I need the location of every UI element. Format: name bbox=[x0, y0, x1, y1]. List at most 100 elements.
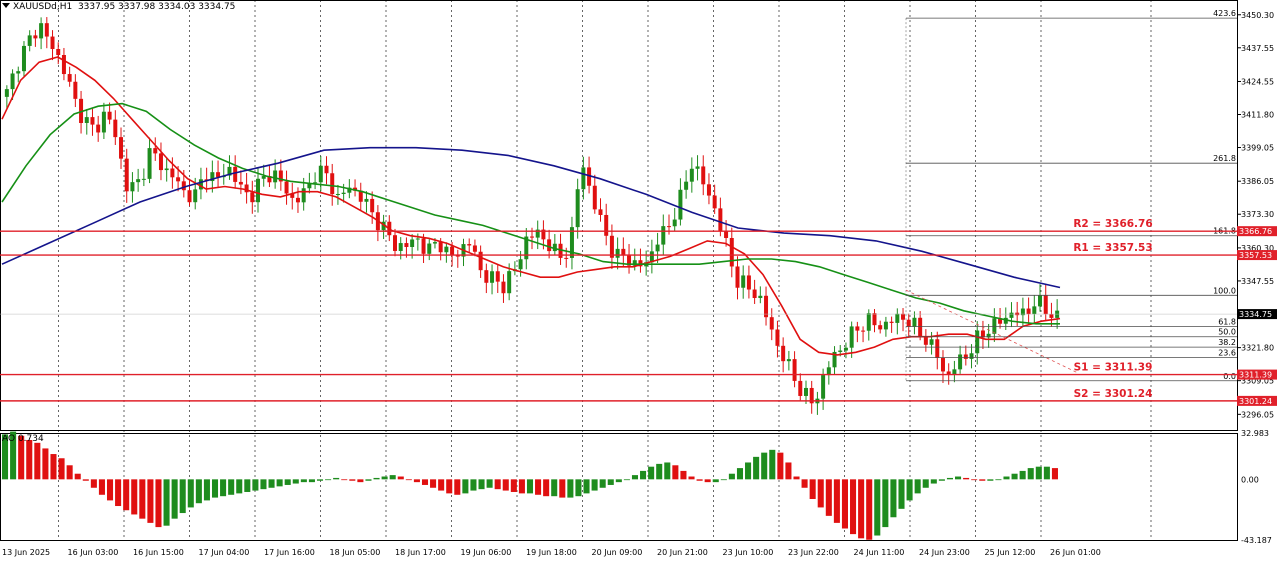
x-tick-label: 24 Jun 11:00 bbox=[854, 548, 905, 557]
candle-body bbox=[136, 179, 141, 183]
ao-bar bbox=[890, 479, 897, 518]
candle-body bbox=[33, 35, 38, 39]
sr-level-label: R1 = 3357.53 bbox=[1073, 242, 1152, 254]
y-tick-label: 3424.55 bbox=[1241, 77, 1274, 86]
candle-body bbox=[39, 23, 44, 39]
candle-body bbox=[1032, 306, 1037, 315]
candle-body bbox=[256, 178, 261, 203]
candle-body bbox=[107, 111, 112, 120]
ao-bar bbox=[341, 479, 348, 481]
fib-level-label: 50.0 bbox=[1218, 328, 1236, 337]
ao-bar bbox=[1043, 466, 1050, 480]
ao-bar bbox=[518, 479, 525, 494]
candle-body bbox=[735, 266, 740, 288]
ao-bar bbox=[260, 479, 267, 490]
sr-price-tag-text: 3357.53 bbox=[1239, 251, 1272, 260]
sr-level-label: S2 = 3301.24 bbox=[1074, 388, 1153, 400]
ao-bar bbox=[510, 479, 517, 492]
ao-bar bbox=[777, 452, 784, 480]
candle-body bbox=[238, 181, 243, 185]
ao-bar bbox=[349, 479, 356, 481]
ao-bar bbox=[195, 479, 202, 504]
ao-bar bbox=[106, 479, 114, 501]
candle-body bbox=[398, 243, 403, 251]
ao-bar bbox=[462, 479, 469, 494]
y-tick-label: 3347.55 bbox=[1241, 277, 1274, 286]
ao-bar bbox=[833, 479, 840, 523]
ao-bar bbox=[825, 479, 832, 516]
candle-body bbox=[866, 313, 871, 331]
candle-body bbox=[495, 271, 500, 282]
ao-bar bbox=[648, 466, 655, 480]
ao-bar bbox=[438, 479, 445, 491]
x-tick-label: 24 Jun 23:00 bbox=[919, 548, 970, 557]
candle-body bbox=[615, 248, 620, 258]
ao-bar bbox=[946, 477, 953, 480]
ao-bar bbox=[656, 463, 663, 480]
ao-bar bbox=[276, 479, 283, 487]
candle-body bbox=[695, 166, 700, 169]
candle-body bbox=[153, 148, 158, 154]
candle-body bbox=[775, 329, 780, 346]
ao-bar bbox=[987, 479, 994, 481]
candle-body bbox=[729, 237, 734, 267]
x-tick-label: 19 Jun 18:00 bbox=[526, 548, 577, 557]
ao-bar bbox=[1051, 468, 1058, 480]
x-tick-label: 16 Jun 03:00 bbox=[68, 548, 119, 557]
dropdown-triangle-icon[interactable] bbox=[2, 3, 10, 8]
ao-bar bbox=[583, 479, 590, 494]
ao-bar bbox=[413, 479, 420, 483]
candle-body bbox=[101, 111, 106, 133]
candle-body bbox=[432, 242, 437, 244]
candle-body bbox=[330, 173, 335, 195]
ao-bar bbox=[187, 479, 194, 508]
ao-bar bbox=[131, 479, 138, 515]
candle-body bbox=[90, 117, 95, 125]
candle-body bbox=[701, 166, 706, 185]
candle-body bbox=[181, 181, 186, 191]
ao-bar bbox=[98, 479, 105, 495]
ao-bar bbox=[543, 479, 550, 497]
fib-level-label: 38.2 bbox=[1218, 338, 1236, 347]
ao-bar bbox=[171, 479, 178, 519]
ao-bar bbox=[211, 479, 219, 498]
candle-body bbox=[672, 219, 677, 227]
fib-level-label: 100.0 bbox=[1213, 286, 1236, 295]
price-chart[interactable]: 13 Jun 2025 16 Jun 03:00 16 Jun 15:00 17 Ju… bbox=[0, 0, 1280, 561]
candle-body bbox=[581, 167, 586, 190]
candle-body bbox=[84, 117, 89, 123]
ao-bar bbox=[712, 479, 719, 483]
trend-line bbox=[905, 289, 1079, 374]
candle-body bbox=[969, 353, 974, 359]
candle-body bbox=[689, 168, 694, 182]
ao-bar bbox=[696, 479, 703, 481]
chart-window[interactable]: 13 Jun 2025 16 Jun 03:00 16 Jun 15:00 17 Ju… bbox=[0, 0, 1280, 561]
ao-bar bbox=[74, 473, 81, 480]
x-tick-label: 13 Jun 2025 bbox=[2, 548, 50, 557]
ao-bar bbox=[809, 479, 816, 499]
candle-body bbox=[564, 257, 569, 259]
candle-body bbox=[427, 243, 432, 254]
ao-bar bbox=[494, 479, 501, 490]
ao-bar bbox=[979, 479, 986, 481]
candle-body bbox=[918, 317, 923, 337]
candle-body bbox=[821, 375, 826, 399]
candle-body bbox=[1049, 314, 1054, 318]
candle-body bbox=[838, 350, 843, 352]
ao-bar bbox=[567, 479, 574, 498]
ao-y-tick-label: 0.00 bbox=[1241, 475, 1259, 484]
ao-bar bbox=[308, 479, 315, 483]
ao-bar bbox=[591, 479, 598, 491]
ao-bar bbox=[761, 452, 768, 480]
candle-body bbox=[450, 246, 455, 255]
candle-body bbox=[147, 148, 152, 179]
ao-bar bbox=[736, 468, 744, 480]
ao-bar bbox=[672, 465, 679, 480]
ao-bar bbox=[753, 456, 760, 480]
candle-body bbox=[193, 189, 198, 203]
candle-body bbox=[364, 198, 369, 202]
y-tick-label: 3373.30 bbox=[1241, 210, 1274, 219]
sr-price-tag-text: 3311.39 bbox=[1239, 371, 1272, 380]
ao-bar bbox=[139, 479, 146, 519]
candle-body bbox=[975, 330, 980, 354]
